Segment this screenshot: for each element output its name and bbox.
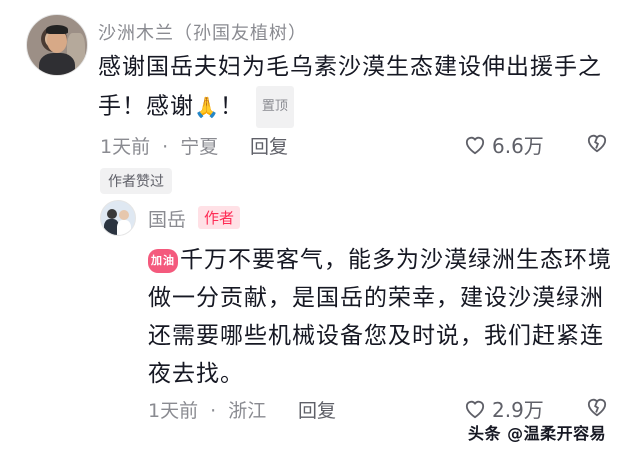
author-username[interactable]: 国岳	[148, 205, 186, 232]
reply-text: 加油 千万不要客气，能多为沙漠绿洲生态环境做一分贡献，是国岳的荣幸，建设沙漠绿洲还…	[148, 241, 620, 393]
heart-icon	[465, 400, 485, 418]
comment-meta: 1天前 · 宁夏	[100, 132, 218, 159]
commenter-username[interactable]: 沙洲木兰（孙国友植树）	[98, 19, 307, 45]
like-count: 6.6万	[492, 134, 544, 158]
author-avatar[interactable]	[100, 200, 136, 236]
comment-time: 1天前	[100, 136, 151, 158]
reply-button[interactable]: 回复	[250, 132, 288, 159]
reply-location: 浙江	[228, 400, 267, 422]
heart-icon	[465, 136, 485, 154]
reply-meta: 1天前 · 浙江	[148, 396, 266, 423]
author-liked-tag: 作者赞过	[100, 168, 172, 194]
like-button[interactable]: 2.9万	[464, 394, 544, 423]
comment-text-tail: ！	[219, 93, 244, 120]
pinned-badge: 置顶	[255, 86, 294, 128]
meta-separator: ·	[162, 136, 169, 158]
like-button[interactable]: 6.6万	[464, 130, 544, 159]
comment-text: 感谢国岳夫妇为毛乌素沙漠生态建设伸出援手之手！感谢🙏！ 置顶	[98, 48, 618, 128]
reply-time: 1天前	[148, 400, 199, 422]
cheer-sticker-icon: 加油	[148, 248, 178, 273]
comment-text-body: 感谢国岳夫妇为毛乌素沙漠生态建设伸出援手之手！感谢	[98, 54, 602, 120]
meta-separator: ·	[210, 400, 217, 422]
commenter-avatar[interactable]	[26, 14, 88, 76]
praying-hands-emoji-icon: 🙏	[194, 94, 220, 119]
reply-button[interactable]: 回复	[298, 396, 336, 423]
comment-location: 宁夏	[180, 136, 219, 158]
author-badge: 作者	[198, 206, 241, 229]
broken-heart-icon[interactable]	[586, 133, 608, 153]
broken-heart-icon[interactable]	[586, 397, 608, 417]
like-count: 2.9万	[492, 398, 544, 422]
watermark: 头条 @温柔开容易	[468, 424, 607, 443]
reply-text-body: 千万不要客气，能多为沙漠绿洲生态环境做一分贡献，是国岳的荣幸，建设沙漠绿洲还需要…	[148, 247, 612, 387]
